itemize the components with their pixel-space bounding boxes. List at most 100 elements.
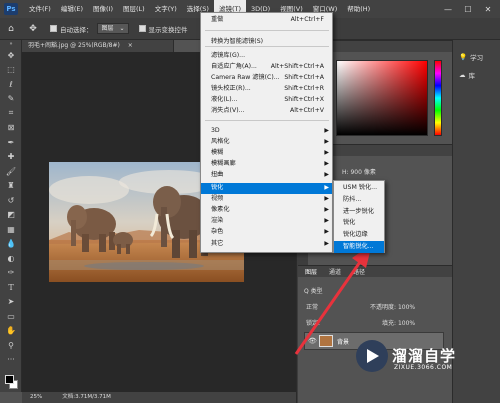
learn-panel-button[interactable]: 💡 学习 bbox=[453, 48, 500, 66]
home-icon[interactable]: ⌂ bbox=[0, 18, 22, 40]
submenu-arrow-icon: ▶ bbox=[324, 171, 329, 178]
marquee-tool-icon[interactable]: ⬚ bbox=[0, 63, 22, 78]
move-tool-icon[interactable]: ✥ bbox=[22, 18, 44, 40]
filter-menu-item[interactable]: 像素化 ▶ bbox=[201, 205, 332, 216]
fill-value: 100% bbox=[397, 320, 416, 327]
filter-menu-item-label: 转换为智能滤镜(S) bbox=[211, 38, 264, 45]
filter-menu-item-label: 锐化 bbox=[211, 184, 224, 191]
filter-menu-item[interactable]: 重做 Alt+Ctrl+F bbox=[201, 15, 332, 26]
submenu-arrow-icon: ▶ bbox=[324, 206, 329, 213]
show-transform-label: 显示变换控件 bbox=[148, 25, 188, 34]
height-field[interactable]: H: 900 像素 bbox=[342, 167, 376, 176]
submenu-arrow-icon: ▶ bbox=[324, 240, 329, 247]
watermark-title: 溜溜自学 bbox=[392, 347, 457, 365]
submenu-arrow-icon: ▶ bbox=[324, 195, 329, 202]
history-brush-tool-icon[interactable]: ↺ bbox=[0, 193, 22, 208]
sharpen-submenu: USM 锐化... 防抖... 进一步锐化 锐化 锐化边缘 智能锐化... bbox=[333, 180, 385, 253]
sharpen-submenu-item[interactable]: USM 锐化... bbox=[334, 182, 384, 194]
height-value: 900 像素 bbox=[350, 169, 376, 176]
close-window-button[interactable]: ✕ bbox=[478, 0, 498, 18]
eraser-tool-icon[interactable]: ◩ bbox=[0, 208, 22, 223]
filter-menu-item[interactable]: 滤镜库(G)... bbox=[201, 51, 332, 62]
sharpen-submenu-item[interactable]: 进一步锐化 bbox=[334, 206, 384, 218]
filter-menu-item[interactable]: 自适应广角(A)... Alt+Shift+Ctrl+A bbox=[201, 62, 332, 73]
filter-menu-item-label: 模糊画廊 bbox=[211, 160, 236, 167]
quick-select-tool-icon[interactable]: ✎ bbox=[0, 92, 22, 107]
filter-menu-item[interactable]: 转换为智能滤镜(S) bbox=[201, 37, 332, 48]
opacity-value: 100% bbox=[397, 304, 416, 311]
menu-item[interactable]: 图层(L) bbox=[118, 0, 150, 18]
lasso-tool-icon[interactable]: ℓ bbox=[0, 77, 22, 92]
menu-item[interactable]: 文字(Y) bbox=[150, 0, 182, 18]
frame-tool-icon[interactable]: ⊠ bbox=[0, 121, 22, 136]
filter-menu-dropdown: 重做 Alt+Ctrl+F 转换为智能滤镜(S) 滤镜库(G)... 自适应广角(A).… bbox=[200, 12, 333, 253]
close-tab-icon[interactable]: × bbox=[128, 42, 133, 49]
sharpen-submenu-item[interactable]: 智能锐化... bbox=[334, 241, 384, 253]
sharpen-submenu-item[interactable]: 锐化边缘 bbox=[334, 229, 384, 241]
brush-tool-icon[interactable]: 🖌 bbox=[0, 164, 22, 179]
filter-menu-item[interactable]: 3D ▶ bbox=[201, 126, 332, 137]
type-tool-icon[interactable]: T bbox=[0, 280, 22, 295]
filter-menu-item[interactable]: 消失点(V)... Alt+Ctrl+V bbox=[201, 106, 332, 117]
filter-menu-item[interactable]: 扭曲 ▶ bbox=[201, 170, 332, 181]
zoom-level[interactable]: 25% bbox=[30, 392, 42, 403]
filter-menu-item[interactable]: 风格化 ▶ bbox=[201, 137, 332, 148]
path-selection-tool-icon[interactable]: ➤ bbox=[0, 295, 22, 310]
auto-select-checkbox[interactable] bbox=[50, 25, 57, 32]
filter-menu-item[interactable]: 杂色 ▶ bbox=[201, 227, 332, 238]
auto-select-dropdown[interactable]: 图层 ⌄ bbox=[96, 23, 129, 34]
filter-menu-item[interactable]: 视频 ▶ bbox=[201, 194, 332, 205]
filter-menu-item[interactable]: Camera Raw 滤镜(C)... Shift+Ctrl+A bbox=[201, 73, 332, 84]
filter-menu-item[interactable]: 模糊 ▶ bbox=[201, 148, 332, 159]
filter-menu-item-label: 重做 bbox=[211, 16, 224, 23]
filter-menu-item[interactable]: 其它 ▶ bbox=[201, 239, 332, 250]
foreground-color-swatch[interactable] bbox=[5, 375, 14, 384]
lightbulb-icon: 💡 bbox=[459, 53, 468, 61]
filter-menu-item-label: 其它 bbox=[211, 240, 224, 247]
maximize-button[interactable]: ☐ bbox=[458, 0, 478, 18]
eyedropper-tool-icon[interactable]: ✒ bbox=[0, 135, 22, 150]
menu-item[interactable]: 文件(F) bbox=[24, 0, 56, 18]
submenu-arrow-icon: ▶ bbox=[324, 217, 329, 224]
zoom-tool-icon[interactable]: ⚲ bbox=[0, 338, 22, 353]
clone-stamp-tool-icon[interactable]: ♜ bbox=[0, 179, 22, 194]
color-picker-field[interactable] bbox=[336, 60, 428, 136]
filter-menu-item-label: 自适应广角(A)... bbox=[211, 63, 257, 70]
learn-label: 学习 bbox=[470, 54, 484, 62]
library-panel-button[interactable]: ☁ 库 bbox=[453, 66, 500, 84]
hand-tool-icon[interactable]: ✋ bbox=[0, 324, 22, 339]
blur-tool-icon[interactable]: 💧 bbox=[0, 237, 22, 252]
filter-menu-item[interactable]: 镜头校正(R)... Shift+Ctrl+R bbox=[201, 84, 332, 95]
more-tools-icon[interactable]: ··· bbox=[0, 353, 22, 368]
healing-brush-tool-icon[interactable]: ✚ bbox=[0, 150, 22, 165]
pen-tool-icon[interactable]: ✑ bbox=[0, 266, 22, 281]
filter-menu-item-label: 滤镜库(G)... bbox=[211, 52, 246, 59]
document-tab[interactable]: 羽毛+闹豁.jpg @ 25%(RGB/8#) × bbox=[22, 40, 174, 52]
watermark-url: ZIXUE.3066.COM bbox=[394, 364, 453, 371]
learn-library-panel: 💡 学习 ☁ 库 bbox=[452, 40, 500, 403]
show-transform-checkbox[interactable] bbox=[138, 25, 146, 32]
menu-item[interactable]: 帮助(H) bbox=[342, 0, 375, 18]
submenu-arrow-icon: ▶ bbox=[324, 149, 329, 156]
crop-tool-icon[interactable]: ⌗ bbox=[0, 106, 22, 121]
fill-field[interactable]: 填充: 100% bbox=[382, 318, 415, 327]
gradient-tool-icon[interactable]: ▦ bbox=[0, 222, 22, 237]
rectangle-tool-icon[interactable]: ▭ bbox=[0, 309, 22, 324]
filter-menu-item[interactable]: 液化(L)... Shift+Ctrl+X bbox=[201, 95, 332, 106]
filter-menu-item[interactable]: 渲染 ▶ bbox=[201, 216, 332, 227]
filter-menu-item[interactable]: 模糊画廊 ▶ bbox=[201, 159, 332, 170]
move-tool-icon[interactable]: ✥ bbox=[0, 48, 22, 63]
sharpen-submenu-item[interactable]: 防抖... bbox=[334, 194, 384, 206]
menu-item[interactable]: 编辑(E) bbox=[56, 0, 88, 18]
dodge-tool-icon[interactable]: ◐ bbox=[0, 251, 22, 266]
hue-slider[interactable] bbox=[434, 60, 442, 136]
height-label: H: bbox=[342, 169, 349, 176]
menu-item[interactable]: 图像(I) bbox=[88, 0, 118, 18]
collapse-icon[interactable]: » bbox=[0, 40, 22, 48]
sharpen-submenu-item[interactable]: 锐化 bbox=[334, 217, 384, 229]
minimize-button[interactable]: — bbox=[438, 0, 458, 18]
filter-menu-item-label: 视频 bbox=[211, 195, 224, 202]
tools-panel: » ✥ ⬚ ℓ ✎ ⌗ ⊠ ✒ ✚ 🖌 ♜ ↺ ◩ ▦ 💧 ◐ ✑ T ➤ ▭ … bbox=[0, 40, 22, 392]
filter-menu-item[interactable]: 锐化 ▶ bbox=[201, 183, 332, 194]
shortcut-label: Shift+Ctrl+R bbox=[284, 85, 324, 92]
